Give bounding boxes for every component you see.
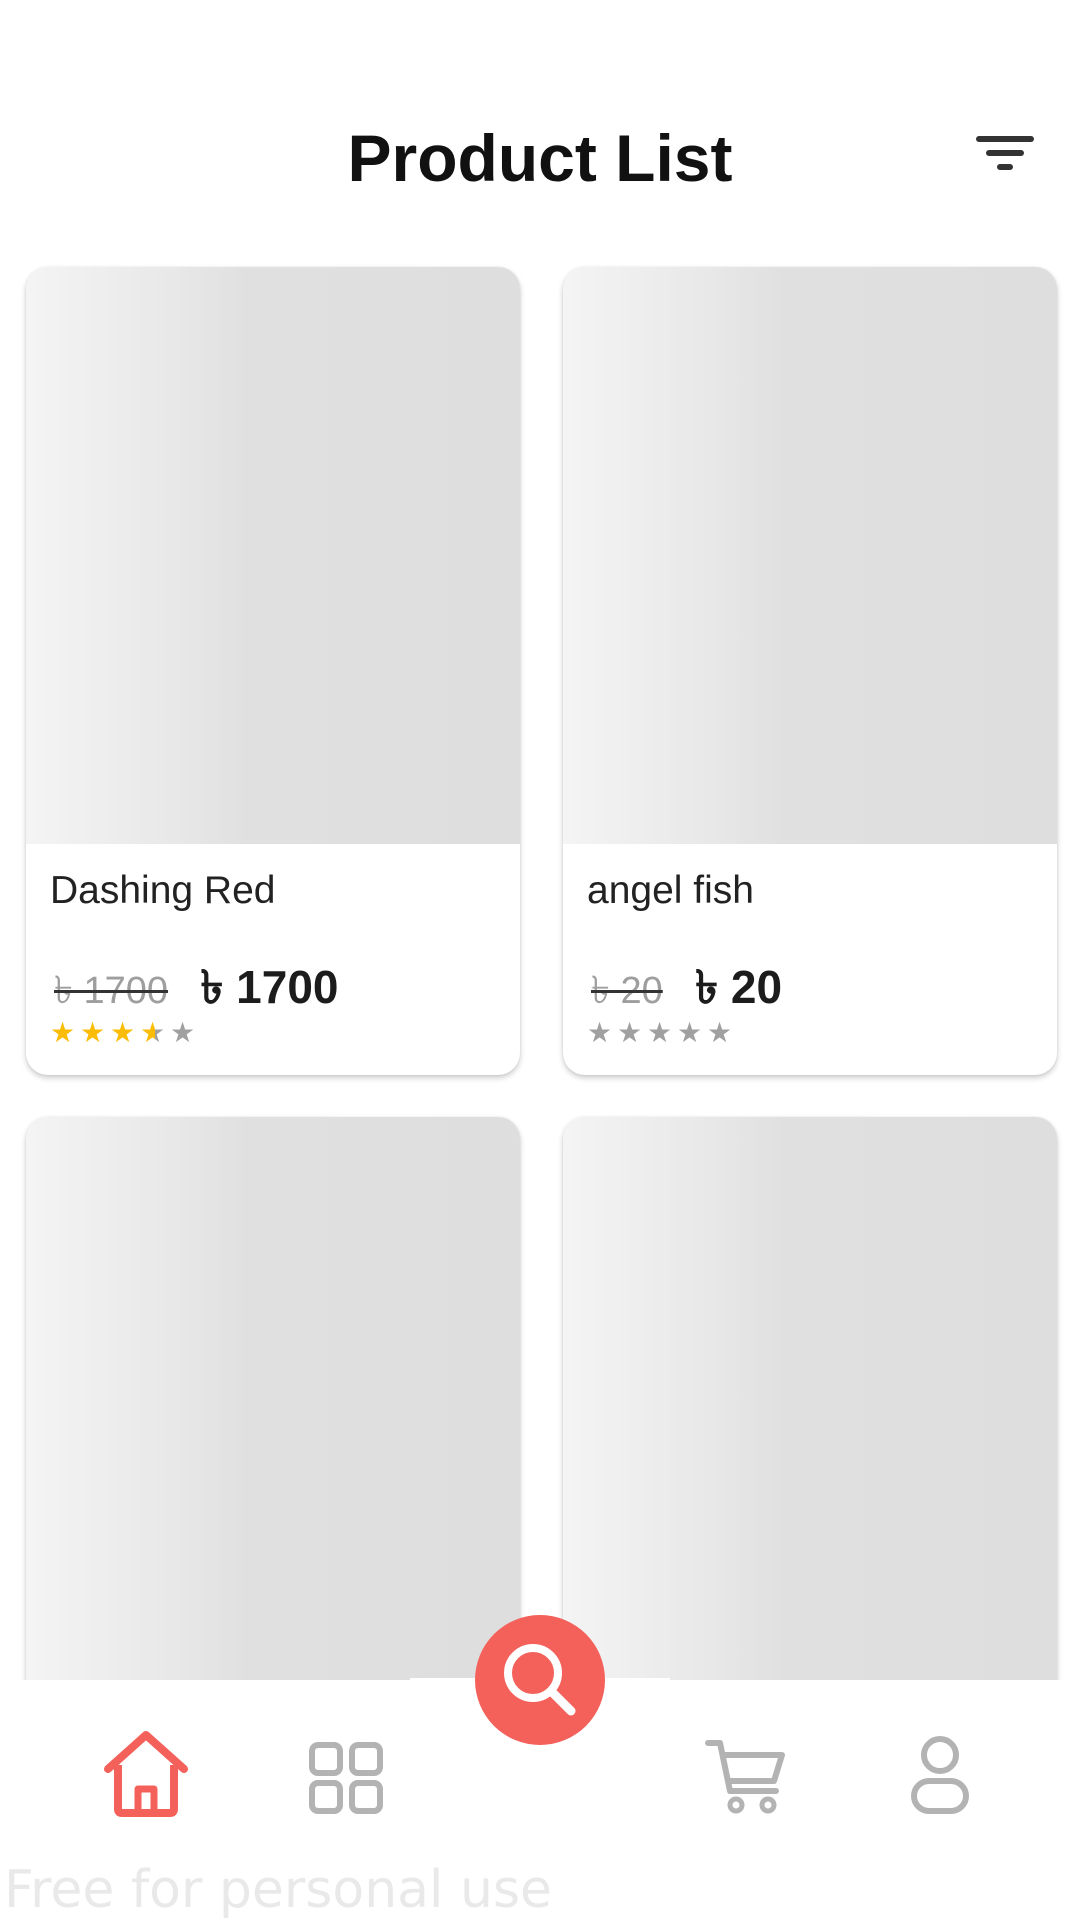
star-icon: ★ [50,1017,76,1048]
star-icon: ★ [617,1017,643,1048]
price: ৳ 20 [695,961,783,1013]
nav-home[interactable] [98,1725,194,1821]
profile-icon [911,1736,969,1814]
filter-icon [976,136,1034,142]
rating-stars: ★ ★ ★ ★ ★ [587,1019,737,1047]
product-image [26,1117,520,1737]
watermark: Free for personal use [4,1860,553,1920]
filter-button[interactable] [976,130,1034,178]
rating-stars: ★ ★ ★ ★ ★ [50,1019,200,1047]
product-name: Dashing Red [50,869,276,912]
product-card[interactable]: Dashing Red ৳ 1700 ৳ 1700 ★ ★ ★ ★ ★ [26,267,520,1075]
nav-cart[interactable] [696,1725,792,1821]
product-name: angel fish [587,869,754,912]
search-icon [504,1644,576,1716]
star-icon: ★ [110,1017,136,1048]
price: ৳ 1700 [200,961,339,1013]
cart-icon [705,1740,785,1814]
product-card[interactable] [26,1117,520,1737]
header: Product List [0,0,1080,230]
page-title: Product List [347,121,733,195]
star-icon: ★ [80,1017,106,1048]
half-star-icon: ★ [140,1019,170,1047]
old-price: ৳ 1700 [54,970,169,1012]
star-icon: ★ [587,1017,613,1048]
search-button[interactable] [475,1615,605,1745]
star-icon: ★ [707,1017,733,1048]
product-image [26,267,520,844]
product-image [563,267,1057,844]
star-icon: ★ [677,1017,703,1048]
product-card[interactable]: angel fish ৳ 20 ৳ 20 ★ ★ ★ ★ ★ [563,267,1057,1075]
nav-categories[interactable] [298,1725,394,1821]
nav-profile[interactable] [892,1725,988,1821]
star-icon: ★ [170,1017,196,1048]
grid-icon [309,1742,383,1814]
home-icon [104,1731,188,1817]
old-price: ৳ 20 [591,970,663,1012]
star-icon: ★ [647,1017,673,1048]
product-image [563,1117,1057,1737]
product-card[interactable] [563,1117,1057,1737]
